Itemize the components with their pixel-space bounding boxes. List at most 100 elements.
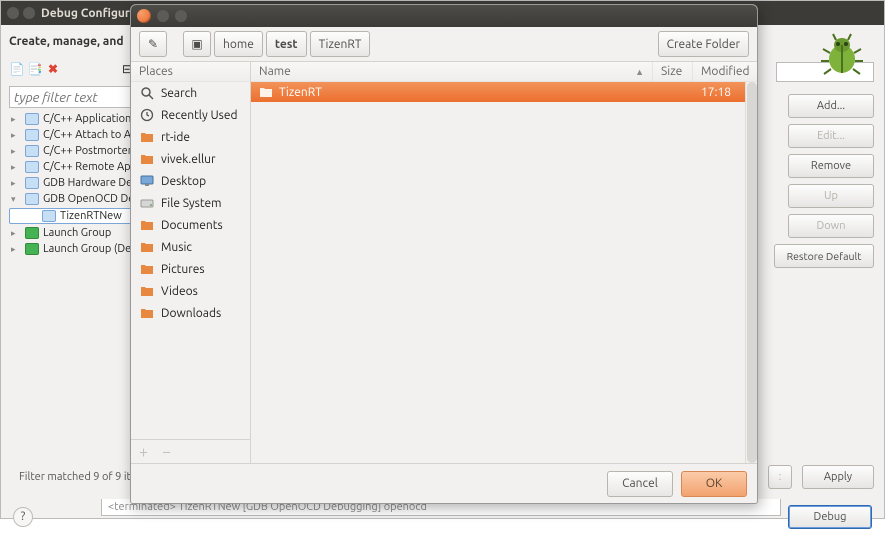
tree-item-label: GDB OpenOCD Deb [43,193,141,205]
place-item[interactable]: Downloads [131,302,250,324]
col-name[interactable]: Name▲ [251,62,653,81]
folder-icon [139,283,155,299]
places-heading: Places [131,62,250,82]
path-tizenrt-button[interactable]: TizenRT [310,31,371,57]
revert-button[interactable]: : [768,465,792,489]
file-row[interactable]: TizenRT17:18 [251,82,757,102]
launch-type-icon [25,243,39,255]
down-button[interactable]: Down [788,214,874,238]
tree-item-label: Launch Group (Dep [43,243,138,255]
dialog-close-icon[interactable] [137,9,151,23]
place-label: Videos [161,285,198,298]
place-label: Downloads [161,307,221,320]
place-label: vivek.ellur [161,153,216,166]
dialog-min-icon[interactable] [157,10,169,22]
bug-logo-icon [818,31,866,79]
apply-button[interactable]: Apply [802,465,874,489]
dialog-titlebar[interactable] [131,5,757,27]
folder-icon [139,305,155,321]
create-folder-button[interactable]: Create Folder [658,31,749,57]
cancel-button[interactable]: Cancel [607,471,673,497]
tree-item-label: TizenRTNew [60,210,122,222]
launch-type-icon [25,129,39,141]
place-label: Search [161,87,197,100]
clock-icon [139,107,155,123]
duplicate-config-icon[interactable]: 📑 [27,62,43,78]
path-home-button[interactable]: home [214,31,263,57]
folder-icon [139,261,155,277]
right-button-column: Add... Edit... Remove Up Down Restore De… [766,54,884,497]
dialog-toolbar: ✎ ▣ home test TizenRT Create Folder [131,27,757,61]
tree-item-label: C/C++ Application [43,113,131,125]
launch-type-icon [25,161,39,173]
tree-item-label: Launch Group [43,227,111,239]
drive-icon: ▣ [191,37,202,51]
debug-button[interactable]: Debug [788,505,872,529]
window-close-icon[interactable] [7,7,19,19]
place-label: Recently Used [161,109,238,122]
col-size[interactable]: Size [653,62,693,81]
place-item[interactable]: Documents [131,214,250,236]
launch-type-icon [25,113,39,125]
place-item[interactable]: Videos [131,280,250,302]
new-config-icon[interactable]: 📄 [9,62,25,78]
add-button[interactable]: Add... [788,94,874,118]
path-edit-button[interactable]: ✎ [139,31,167,57]
tree-item-label: C/C++ Postmorten [43,145,134,157]
path-test-button[interactable]: test [266,31,307,57]
place-label: Documents [161,219,223,232]
file-name: TizenRT [279,86,322,99]
search-icon [139,85,155,101]
launch-type-icon [42,210,56,222]
place-item[interactable]: rt-ide [131,126,250,148]
column-headers[interactable]: Name▲ Size Modified [251,62,757,82]
place-label: Pictures [161,263,205,276]
launch-type-icon [25,177,39,189]
disk-icon [139,195,155,211]
add-bookmark-button[interactable]: + [139,443,148,461]
folder-icon [259,86,273,98]
dialog-max-icon[interactable] [175,10,187,22]
file-list-scrollbar[interactable] [745,82,757,463]
tree-item-label: C/C++ Attach to Ap [43,129,137,141]
restore-default-button[interactable]: Restore Default [774,244,874,268]
place-label: rt-ide [161,131,190,144]
remove-button[interactable]: Remove [788,154,874,178]
place-item[interactable]: vivek.ellur [131,148,250,170]
edit-button[interactable]: Edit... [788,124,874,148]
folder-icon [139,217,155,233]
file-chooser-dialog: ✎ ▣ home test TizenRT Create Folder Plac… [130,4,758,504]
col-modified[interactable]: Modified [693,62,757,81]
pencil-icon: ✎ [148,37,158,51]
tree-item-label: GDB Hardware Deb [43,177,139,189]
folder-icon [139,151,155,167]
place-item[interactable]: Desktop [131,170,250,192]
path-root-button[interactable]: ▣ [183,31,211,57]
place-item[interactable]: Recently Used [131,104,250,126]
place-item[interactable]: Music [131,236,250,258]
place-item[interactable]: Pictures [131,258,250,280]
launch-type-icon [25,193,39,205]
ok-button[interactable]: OK [681,471,747,497]
up-button[interactable]: Up [788,184,874,208]
tree-item-label: C/C++ Remote App [43,161,137,173]
file-list-panel: Name▲ Size Modified TizenRT17:18 [251,62,757,463]
folder-icon [139,129,155,145]
folder-icon [139,239,155,255]
dialog-footer: Cancel OK [131,463,757,503]
sort-asc-icon: ▲ [635,67,644,77]
window-title: Debug Configura [41,7,136,20]
window-min-icon[interactable] [23,7,35,19]
place-item[interactable]: Search [131,82,250,104]
help-icon[interactable]: ? [13,507,33,527]
remove-bookmark-button[interactable]: − [162,443,171,461]
place-item[interactable]: File System [131,192,250,214]
place-label: File System [161,197,222,210]
place-label: Desktop [161,175,206,188]
desktop-icon [139,173,155,189]
delete-config-icon[interactable]: ✖ [45,62,61,78]
launch-type-icon [25,145,39,157]
launch-type-icon [25,227,39,239]
place-label: Music [161,241,192,254]
places-sidebar: Places Search Recently Used rt-ide vivek.el… [131,62,251,463]
